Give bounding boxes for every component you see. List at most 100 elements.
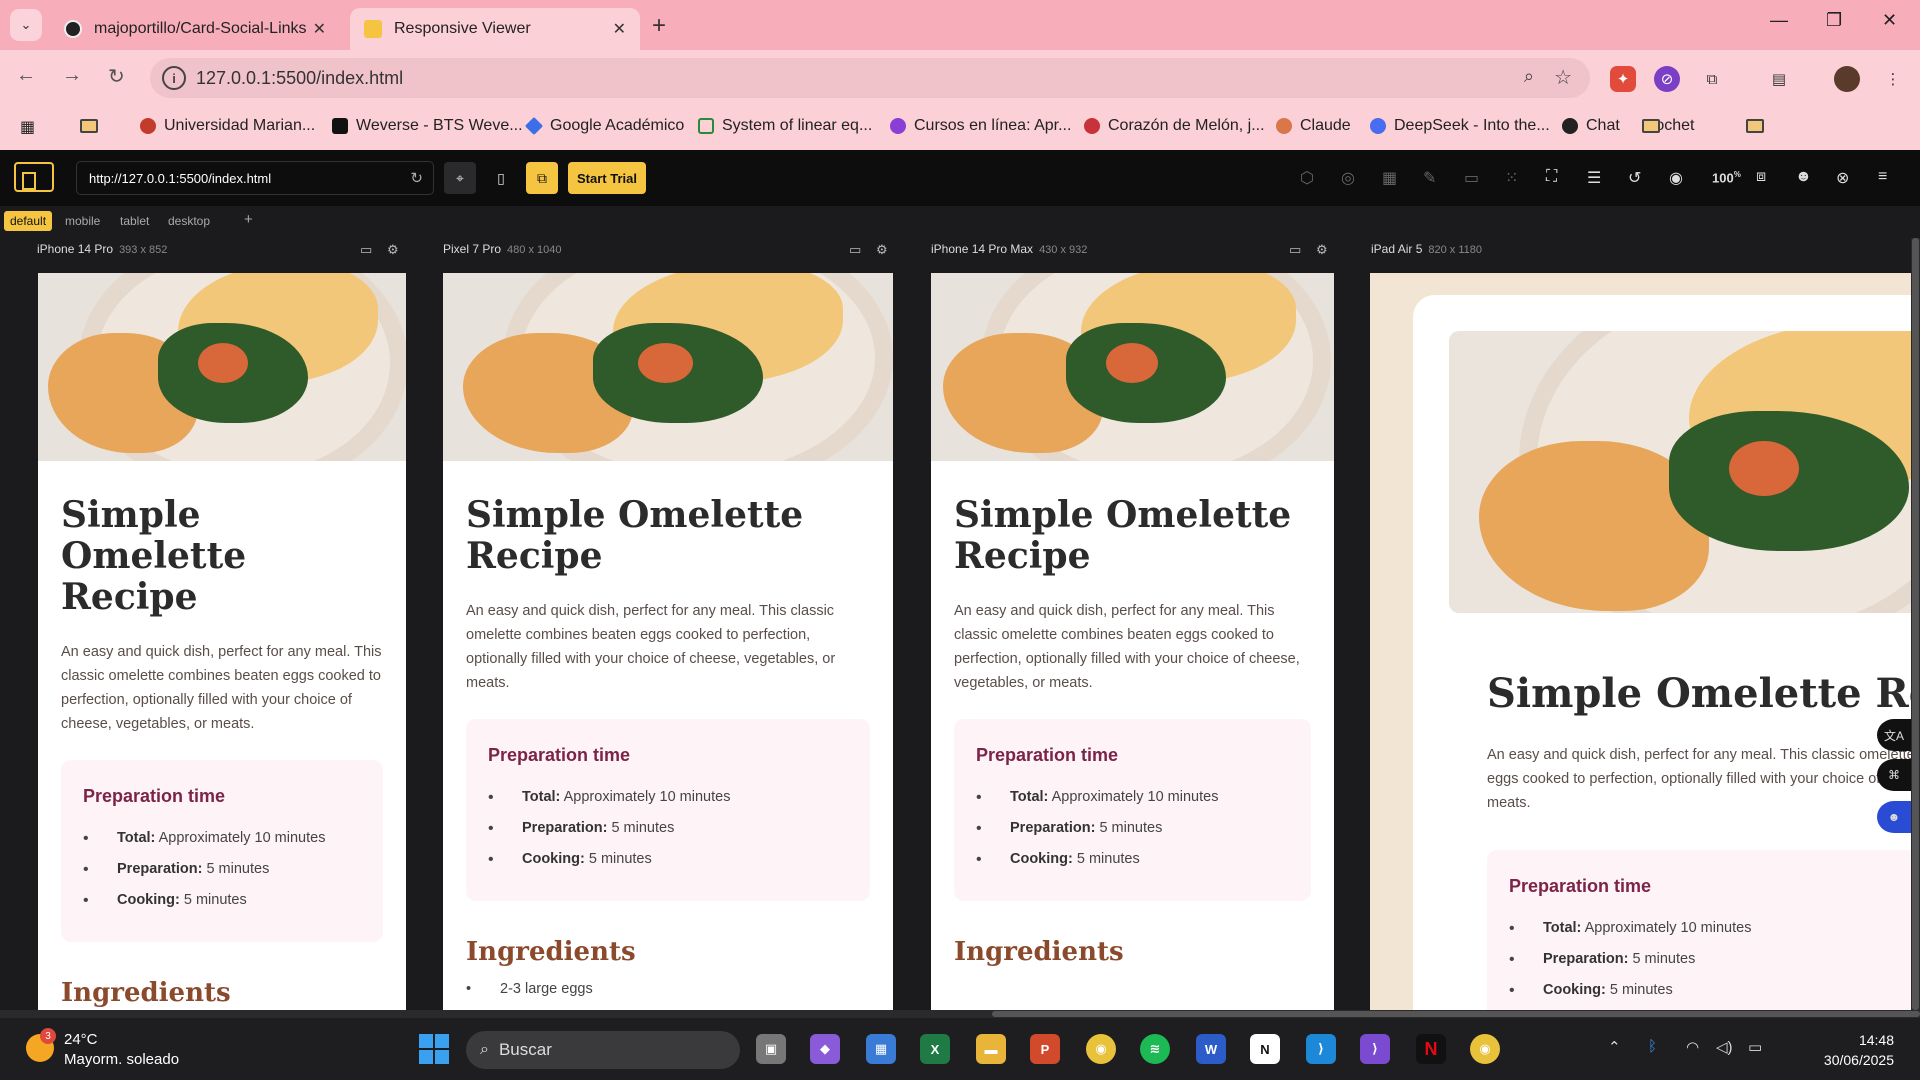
new-tab-button[interactable]: + [652,12,666,40]
frame-toggle-icon[interactable]: ▭ [849,242,861,258]
camera-icon[interactable]: ◉ [1669,168,1683,188]
bookmark-item[interactable]: Universidad Marian... [140,117,315,135]
store-icon[interactable]: ▦ [866,1034,896,1064]
dots-grid-icon[interactable]: ⁙ [1505,168,1518,188]
forward-icon[interactable]: → [62,64,82,87]
netflix-icon[interactable]: N [1416,1034,1446,1064]
preset-desktop[interactable]: desktop [162,211,216,231]
rotate-icon[interactable]: ↺ [1628,168,1641,188]
settings-gear-icon[interactable]: ⚙ [876,242,888,258]
bookmark-item[interactable]: Corazón de Melón, j... [1084,117,1265,135]
browser-menu-icon[interactable]: ⋮ [1880,66,1906,92]
wifi-icon[interactable]: ◠ [1686,1038,1699,1056]
scroll-thumb[interactable] [1912,238,1919,1010]
preset-default[interactable]: default [4,211,53,231]
volume-icon[interactable]: ◁) [1716,1038,1733,1056]
screenshot-area-icon[interactable]: ⛶ [1546,168,1557,186]
inspect-icon[interactable]: ⌖ [444,162,476,194]
bookmark-folder[interactable]: F [1746,117,1764,135]
chrome-profile-icon[interactable]: ◉ [1470,1034,1500,1064]
reload-icon[interactable]: ↻ [108,64,125,89]
vscode-icon[interactable]: ⟩ [1306,1034,1336,1064]
file-explorer-icon[interactable]: ▬ [976,1034,1006,1064]
close-window-icon[interactable]: ✕ [1882,10,1897,31]
menu-icon[interactable]: ≡ [1878,168,1887,186]
add-preset-button[interactable]: + [238,208,259,231]
stack-icon[interactable]: ☰ [1587,168,1601,188]
settings-gear-icon[interactable]: ⚙ [387,242,399,258]
visual-studio-icon[interactable]: ⟩ [1360,1034,1390,1064]
system-clock[interactable]: 14:48 30/06/2025 [1824,1030,1894,1070]
spotify-icon[interactable]: ≋ [1140,1034,1170,1064]
device-frame-pixel-7-pro[interactable]: Simple Omelette Recipe An easy and quick… [443,273,893,1010]
restore-icon[interactable]: ❐ [1826,10,1842,31]
device-frame-iphone-14-pro[interactable]: Simple Omelette Recipe An easy and quick… [38,273,406,1010]
device-icon[interactable]: ▯ [485,162,517,194]
profile-avatar[interactable] [1834,66,1860,92]
layers-icon[interactable]: ◎ [1341,168,1355,188]
sync-icon[interactable]: ⧈ [1756,168,1766,186]
close-tab-icon[interactable]: ✕ [313,19,326,39]
bookmark-item[interactable]: Weverse - BTS Weve... [332,117,523,135]
bookmark-item[interactable]: DeepSeek - Into the... [1370,117,1550,135]
bookmark-star-icon[interactable]: ☆ [1554,65,1572,90]
tab-responsive-viewer[interactable]: Responsive Viewer ✕ [350,8,640,50]
bookmark-item[interactable]: Google Académico [524,116,684,136]
side-panel-icon[interactable]: ▤ [1766,66,1792,92]
zoom-icon[interactable]: ⌕ [1524,66,1534,87]
viewer-url-input[interactable]: http://127.0.0.1:5500/index.html ↻ [76,161,434,195]
bookmark-folder[interactable]: ¿ [80,117,98,135]
close-tab-icon[interactable]: ✕ [613,19,626,39]
preset-mobile[interactable]: mobile [59,211,106,231]
bookmark-item[interactable]: Chat [1562,117,1620,135]
minus-icon[interactable]: ▭ [1464,168,1479,188]
notion-icon[interactable]: N [1250,1034,1280,1064]
bluetooth-icon[interactable]: ᛒ [1648,1038,1657,1055]
vertical-scrollbar[interactable] [1911,238,1920,1010]
tab-card-social-links[interactable]: majoportillo/Card-Social-Links ✕ [50,8,340,50]
extension-purple-icon[interactable]: ⊘ [1654,66,1680,92]
discord-icon[interactable]: ☻ [1795,168,1812,186]
site-info-icon[interactable]: i [162,66,186,90]
zoom-level[interactable]: 100% [1712,170,1741,185]
assistant-icon[interactable]: ☻ [1877,801,1911,833]
battery-icon[interactable]: ▭ [1748,1038,1762,1056]
frame-toggle-icon[interactable]: ▭ [1289,242,1301,258]
refresh-icon[interactable]: ↻ [410,169,423,187]
cube-icon[interactable]: ⬡ [1300,168,1314,188]
apps-grid-icon[interactable]: ▦ [20,117,35,137]
taskbar-search[interactable]: ⌕ Buscar [466,1031,740,1069]
chrome-icon[interactable]: ◉ [1086,1034,1116,1064]
scroll-thumb[interactable] [992,1011,1920,1017]
bookmark-item[interactable]: Cursos en línea: Apr... [890,117,1071,135]
ruler-icon[interactable]: ✎ [1423,168,1436,188]
translate-icon[interactable]: 文A [1877,719,1911,751]
word-icon[interactable]: W [1196,1034,1226,1064]
horizontal-scrollbar[interactable] [0,1010,1920,1018]
windows-start-icon[interactable] [419,1034,449,1064]
bookmark-folder[interactable]: crochet [1642,117,1694,135]
close-circle-icon[interactable]: ⊗ [1836,168,1849,188]
task-view-icon[interactable]: ▣ [756,1034,786,1064]
frame-toggle-icon[interactable]: ▭ [360,242,372,258]
multi-device-icon[interactable]: ⧉ [526,162,558,194]
extensions-puzzle-icon[interactable]: ⧉ [1699,66,1725,92]
show-hidden-icons[interactable]: ⌃ [1608,1038,1621,1056]
device-frame-ipad-air-5[interactable]: Simple Omelette Recipe An easy and quick… [1370,273,1915,1010]
settings-gear-icon[interactable]: ⚙ [1316,242,1328,258]
minimize-icon[interactable]: — [1770,10,1788,31]
start-trial-button[interactable]: Start Trial [568,162,646,194]
extension-red-icon[interactable]: ✦ [1610,66,1636,92]
bookmark-item[interactable]: System of linear eq... [698,117,872,135]
powerpoint-icon[interactable]: P [1030,1034,1060,1064]
shortcut-icon[interactable]: ⌘ [1877,759,1911,791]
address-bar[interactable]: i 127.0.0.1:5500/index.html ⌕ ☆ [150,58,1590,98]
device-frame-iphone-14-pro-max[interactable]: Simple Omelette Recipe An easy and quick… [931,273,1334,1010]
tab-search-button[interactable]: ⌄ [10,9,42,41]
copilot-icon[interactable]: ◆ [810,1034,840,1064]
bookmark-item[interactable]: Claude [1276,117,1351,135]
excel-icon[interactable]: X [920,1034,950,1064]
back-icon[interactable]: ← [16,64,36,87]
grid-icon[interactable]: ▦ [1382,168,1397,188]
preset-tablet[interactable]: tablet [114,211,155,231]
